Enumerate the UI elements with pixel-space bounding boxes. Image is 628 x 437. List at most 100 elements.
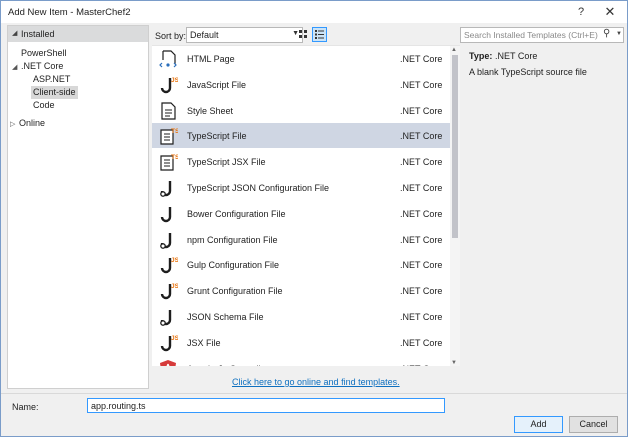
tree-item-aspnet[interactable]: ASP.NET [33, 73, 70, 86]
template-row[interactable]: TS TypeScript JSX File .NET Core [152, 149, 450, 174]
style-sheet-icon [161, 102, 176, 120]
tree-item-label: Online [19, 118, 46, 128]
scroll-up-icon[interactable]: ▲ [451, 47, 457, 53]
typescript-jsx-file-icon: TS [160, 154, 178, 171]
sort-by-label: Sort by: [155, 31, 187, 41]
tree-item-online[interactable]: ▷ Online [10, 117, 45, 130]
template-row[interactable]: JS Grunt Configuration File .NET Core [152, 278, 450, 303]
list-view-button[interactable] [312, 27, 327, 42]
template-row[interactable]: AngularJs Controller .NET Core [152, 356, 450, 366]
tree-item-net-core[interactable]: ◢ .NET Core [12, 60, 63, 73]
help-button[interactable]: ? [568, 3, 594, 21]
vertical-scrollbar[interactable]: ▲ ▼ [450, 46, 460, 366]
name-input[interactable] [87, 398, 445, 413]
title-bar: Add New Item - MasterChef2 ? ✕ [1, 1, 627, 23]
tree-item-powershell[interactable]: PowerShell [21, 47, 67, 60]
tree-header-installed[interactable]: ◢ Installed [8, 26, 148, 42]
expand-arrow-icon: ◢ [12, 30, 18, 37]
template-name: HTML Page [187, 54, 235, 64]
template-info-panel: Type: .NET Core A blank TypeScript sourc… [460, 45, 624, 95]
search-options-icon[interactable]: ▼ [616, 31, 622, 37]
angular-controller-icon [160, 360, 176, 366]
html-page-icon [159, 50, 177, 68]
list-view-icon [315, 30, 324, 39]
tree-item-client-side[interactable]: Client-side [31, 86, 78, 99]
template-name: TypeScript JSX File [187, 157, 266, 167]
template-category: .NET Core [400, 338, 443, 348]
close-button[interactable]: ✕ [597, 3, 623, 21]
template-name: TypeScript File [187, 131, 247, 141]
javascript-file-icon: JS [160, 77, 178, 94]
svg-text:TS: TS [171, 154, 178, 161]
search-templates-input[interactable]: Search Installed Templates (Ctrl+E) ⚲ ▼ [460, 27, 624, 43]
template-name: npm Configuration File [187, 235, 278, 245]
bower-config-file-icon [160, 207, 172, 223]
svg-text:JS: JS [171, 335, 178, 342]
json-schema-file-icon [160, 310, 172, 326]
type-value: .NET Core [495, 51, 538, 61]
tree-item-label: .NET Core [21, 61, 64, 71]
name-label: Name: [12, 402, 39, 412]
template-list: ▲ ▼ HTML Page .NET Core JS JavaScript File.… [152, 45, 460, 366]
template-category: .NET Core [400, 209, 443, 219]
template-category: .NET Core [400, 286, 443, 296]
template-name: TypeScript JSON Configuration File [187, 183, 330, 193]
small-icons-view-button[interactable] [296, 27, 311, 42]
template-row[interactable]: TypeScript JSON Configuration File .NET C… [152, 175, 450, 200]
type-label: Type: [469, 51, 493, 61]
template-category: .NET Core [400, 235, 443, 245]
add-new-item-dialog: Add New Item - MasterChef2 ? ✕ ◢ Install… [0, 0, 628, 437]
template-row[interactable]: npm Configuration File .NET Core [152, 227, 450, 252]
add-button[interactable]: Add [514, 416, 563, 433]
template-category: .NET Core [400, 106, 443, 116]
tree-item-label: ASP.NET [33, 74, 71, 84]
template-row[interactable]: JSON Schema File .NET Core [152, 304, 450, 329]
template-category: .NET Core [400, 312, 443, 322]
dialog-title: Add New Item - MasterChef2 [8, 7, 131, 18]
template-row[interactable]: TS TypeScript File .NET Core [152, 123, 450, 148]
scrollbar-thumb[interactable] [452, 55, 458, 238]
find-templates-online-link[interactable]: Click here to go online and find templat… [232, 377, 400, 387]
template-category: .NET Core [400, 183, 443, 193]
template-row[interactable]: JS JavaScript File .NET Core [152, 72, 450, 97]
search-placeholder: Search Installed Templates (Ctrl+E) [464, 30, 598, 40]
cancel-button[interactable]: Cancel [569, 416, 618, 433]
template-row[interactable]: JS Gulp Configuration File .NET Core [152, 252, 450, 277]
template-name: AngularJs Controller [187, 364, 269, 366]
tree-item-code[interactable]: Code [33, 99, 55, 112]
grunt-config-file-icon: JS [160, 283, 178, 300]
list-toolbar: Sort by: Default ▼ [151, 25, 457, 45]
svg-text:JS: JS [171, 77, 178, 84]
svg-text:JS: JS [171, 283, 178, 290]
category-tree: ◢ Installed PowerShell ◢ .NET Core ASP.NE… [7, 25, 149, 389]
template-name: JSX File [187, 338, 221, 348]
expand-arrow-icon[interactable]: ▷ [10, 118, 19, 131]
template-row[interactable]: HTML Page .NET Core [152, 46, 450, 71]
name-bar: Name: Add Cancel [1, 393, 627, 437]
template-name: Gulp Configuration File [187, 260, 280, 270]
collapse-arrow-icon[interactable]: ◢ [12, 61, 21, 74]
sort-by-dropdown[interactable]: Default ▼ [186, 27, 303, 43]
template-category: .NET Core [400, 157, 443, 167]
tree-item-label: Code [33, 100, 55, 110]
template-category: .NET Core [400, 54, 443, 64]
template-name: Grunt Configuration File [187, 286, 283, 296]
template-description: A blank TypeScript source file [469, 67, 587, 77]
grid-view-icon [299, 30, 307, 38]
json-config-file-icon [160, 181, 172, 197]
template-row[interactable]: Bower Configuration File .NET Core [152, 201, 450, 226]
gulp-config-file-icon: JS [160, 257, 178, 274]
template-category: .NET Core [400, 80, 443, 90]
tree-header-label: Installed [21, 29, 55, 39]
tree-item-label: Client-side [33, 87, 76, 97]
template-row[interactable]: Style Sheet .NET Core [152, 98, 450, 123]
search-icon[interactable]: ⚲ [603, 28, 610, 39]
template-category: .NET Core [400, 131, 443, 141]
template-name: Style Sheet [187, 106, 234, 116]
svg-text:JS: JS [171, 257, 178, 264]
sort-by-value: Default [190, 30, 219, 40]
template-name: Bower Configuration File [187, 209, 286, 219]
scroll-down-icon[interactable]: ▼ [451, 360, 457, 366]
template-row[interactable]: JS JSX File .NET Core [152, 330, 450, 355]
template-category: .NET Core [400, 364, 442, 366]
